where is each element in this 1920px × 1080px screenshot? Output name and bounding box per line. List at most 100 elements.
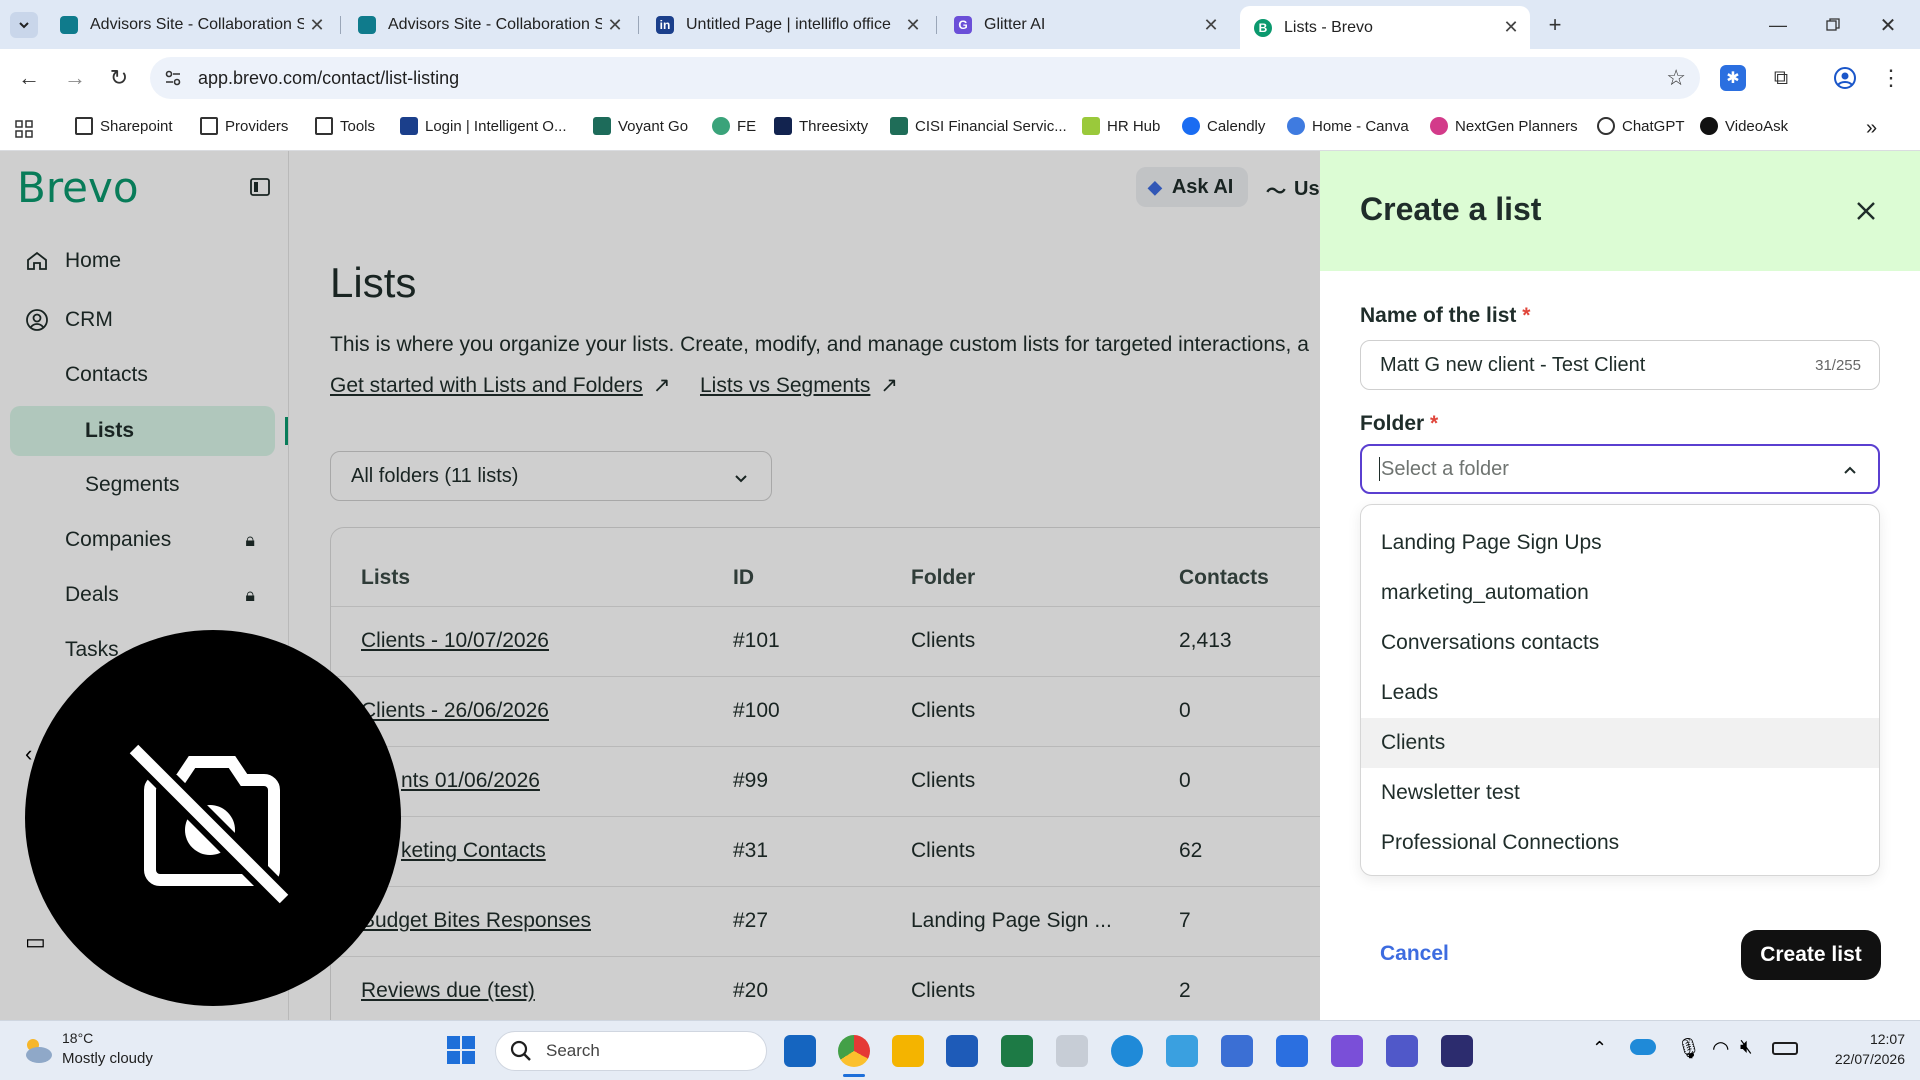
clock-date[interactable]: 22/07/2026 [1810,1051,1905,1067]
omnibox[interactable]: app.brevo.com/contact/list-listing ☆ [150,57,1700,99]
browser-tab-3[interactable]: in Untitled Page | intelliflo office ✕ [642,8,932,42]
sharepoint-icon [358,16,376,34]
reload-button[interactable]: ↻ [104,63,134,93]
battery-icon[interactable] [1772,1042,1798,1055]
back-button[interactable]: ← [14,63,44,93]
menu-button[interactable]: ⋮ [1876,63,1906,93]
onedrive-icon[interactable] [1630,1039,1656,1055]
bookmark-providers[interactable]: Providers [200,117,288,135]
folder-icon [75,117,93,135]
arrow-left-icon: ← [18,65,40,90]
bookmark-fe[interactable]: FE [712,117,756,135]
tab-close-icon[interactable]: ✕ [304,15,330,36]
microphone-icon[interactable]: 🎙︎ [1676,1036,1701,1061]
browser-tab-2[interactable]: Advisors Site - Collaboration Site ✕ [344,8,634,42]
clock-time[interactable]: 12:07 [1830,1031,1905,1047]
text-caret [1379,457,1380,481]
weather-desc[interactable]: Mostly cloudy [62,1050,153,1067]
teams-icon[interactable] [1386,1035,1418,1067]
browser-tab-5-active[interactable]: B Lists - Brevo ✕ [1240,6,1530,49]
bookmark-sharepoint[interactable]: Sharepoint [75,117,173,135]
apps-button[interactable] [12,117,36,141]
bookmark-tools[interactable]: Tools [315,117,375,135]
close-icon[interactable] [1854,199,1878,223]
browser-tab-bar: Advisors Site - Collaboration Site ✕ Adv… [0,0,1920,49]
close-window-button[interactable]: ✕ [1865,10,1911,40]
tab-divider [638,16,639,34]
profile-button[interactable] [1830,63,1860,93]
bookmark-canva[interactable]: Home - Canva [1287,117,1409,135]
excel-icon[interactable] [1001,1035,1033,1067]
outlook-icon[interactable] [784,1035,816,1067]
file-explorer-icon[interactable] [892,1035,924,1067]
bookmark-voyant[interactable]: Voyant Go [593,117,688,135]
minimize-icon: — [1769,14,1787,35]
bookmark-calendly[interactable]: Calendly [1182,117,1265,135]
create-list-button[interactable]: Create list [1741,930,1881,980]
bookmark-chatgpt[interactable]: ChatGPT [1597,117,1685,135]
canva-icon [1287,117,1305,135]
camera-off-icon [125,740,293,905]
taskbar-app-icon[interactable] [1441,1035,1473,1067]
word-icon[interactable] [946,1035,978,1067]
folder-option[interactable]: marketing_automation [1361,568,1879,618]
volume-muted-icon[interactable]: 🔇︎ [1740,1036,1753,1059]
new-tab-button[interactable]: + [1540,12,1570,38]
cancel-button[interactable]: Cancel [1380,942,1449,966]
windows-start-icon[interactable] [446,1035,476,1065]
reload-icon: ↻ [109,65,129,90]
more-bookmarks-button[interactable]: » [1866,117,1877,140]
bookmark-nextgen[interactable]: NextGen Planners [1430,117,1578,135]
copilot-icon[interactable] [1331,1035,1363,1067]
browser-tab-1[interactable]: Advisors Site - Collaboration Site ✕ [46,8,336,42]
folder-option[interactable]: Professional Connections [1361,818,1879,868]
extension-icon[interactable]: ✱ [1720,65,1746,91]
folder-option[interactable]: Leads [1361,668,1879,718]
create-list-panel: Create a list Name of the list * Matt G … [1320,151,1920,1020]
snipping-tool-icon[interactable] [1166,1035,1198,1067]
tab-close-icon[interactable]: ✕ [1498,17,1524,38]
bookmark-videoask[interactable]: VideoAsk [1700,117,1788,135]
list-name-value: Matt G new client - Test Client [1380,354,1646,376]
weather-cloud-icon[interactable] [20,1033,54,1067]
folder-option-highlighted[interactable]: Clients [1361,718,1879,768]
folder-icon [315,117,333,135]
taskbar-app-icon[interactable] [1221,1035,1253,1067]
taskbar-search[interactable]: Search [495,1031,767,1071]
folder-option[interactable]: Newsletter test [1361,768,1879,818]
restore-button[interactable] [1810,10,1856,40]
folder-label: Folder * [1360,412,1439,435]
edge-icon[interactable] [1111,1035,1143,1067]
plus-icon: + [1548,12,1562,37]
bookmark-threesixty[interactable]: Threesixty [774,117,868,135]
folder-select-input[interactable]: Select a folder [1360,444,1880,494]
folder-option[interactable]: Landing Page Sign Ups [1361,518,1879,568]
bookmark-hr-hub[interactable]: HR Hub [1082,117,1160,135]
tab-search-button[interactable] [10,12,38,38]
kebab-menu-icon: ⋮ [1880,65,1902,90]
bookmark-login[interactable]: Login | Intelligent O... [400,117,566,135]
chrome-icon[interactable] [838,1035,870,1067]
extensions-puzzle-icon[interactable]: ⧉ [1766,63,1796,93]
site-info-icon[interactable] [164,69,182,87]
chevron-up-icon[interactable]: ⌃ [1592,1038,1607,1059]
wifi-icon[interactable]: ◠ [1712,1036,1729,1061]
tab-close-icon[interactable]: ✕ [602,15,628,36]
taskbar-app-icon[interactable] [1056,1035,1088,1067]
minimize-button[interactable]: — [1755,10,1801,40]
forward-button[interactable]: → [60,63,90,93]
star-icon[interactable]: ☆ [1666,65,1686,91]
nextgen-icon [1430,117,1448,135]
taskbar-app-icon[interactable] [1276,1035,1308,1067]
list-name-input[interactable]: Matt G new client - Test Client 31/255 [1360,340,1880,390]
bookmark-cisi[interactable]: CISI Financial Servic... [890,117,1067,135]
voyant-icon [593,117,611,135]
tab-close-icon[interactable]: ✕ [1198,15,1224,36]
browser-tab-4[interactable]: G Glitter AI ✕ [940,8,1230,42]
weather-temp[interactable]: 18°C [62,1030,93,1046]
tab-close-icon[interactable]: ✕ [900,15,926,36]
folder-dropdown-menu: Landing Page Sign Ups marketing_automati… [1360,504,1880,876]
folder-option[interactable]: Conversations contacts [1361,618,1879,668]
required-asterisk: * [1430,412,1439,435]
tab-divider [340,16,341,34]
